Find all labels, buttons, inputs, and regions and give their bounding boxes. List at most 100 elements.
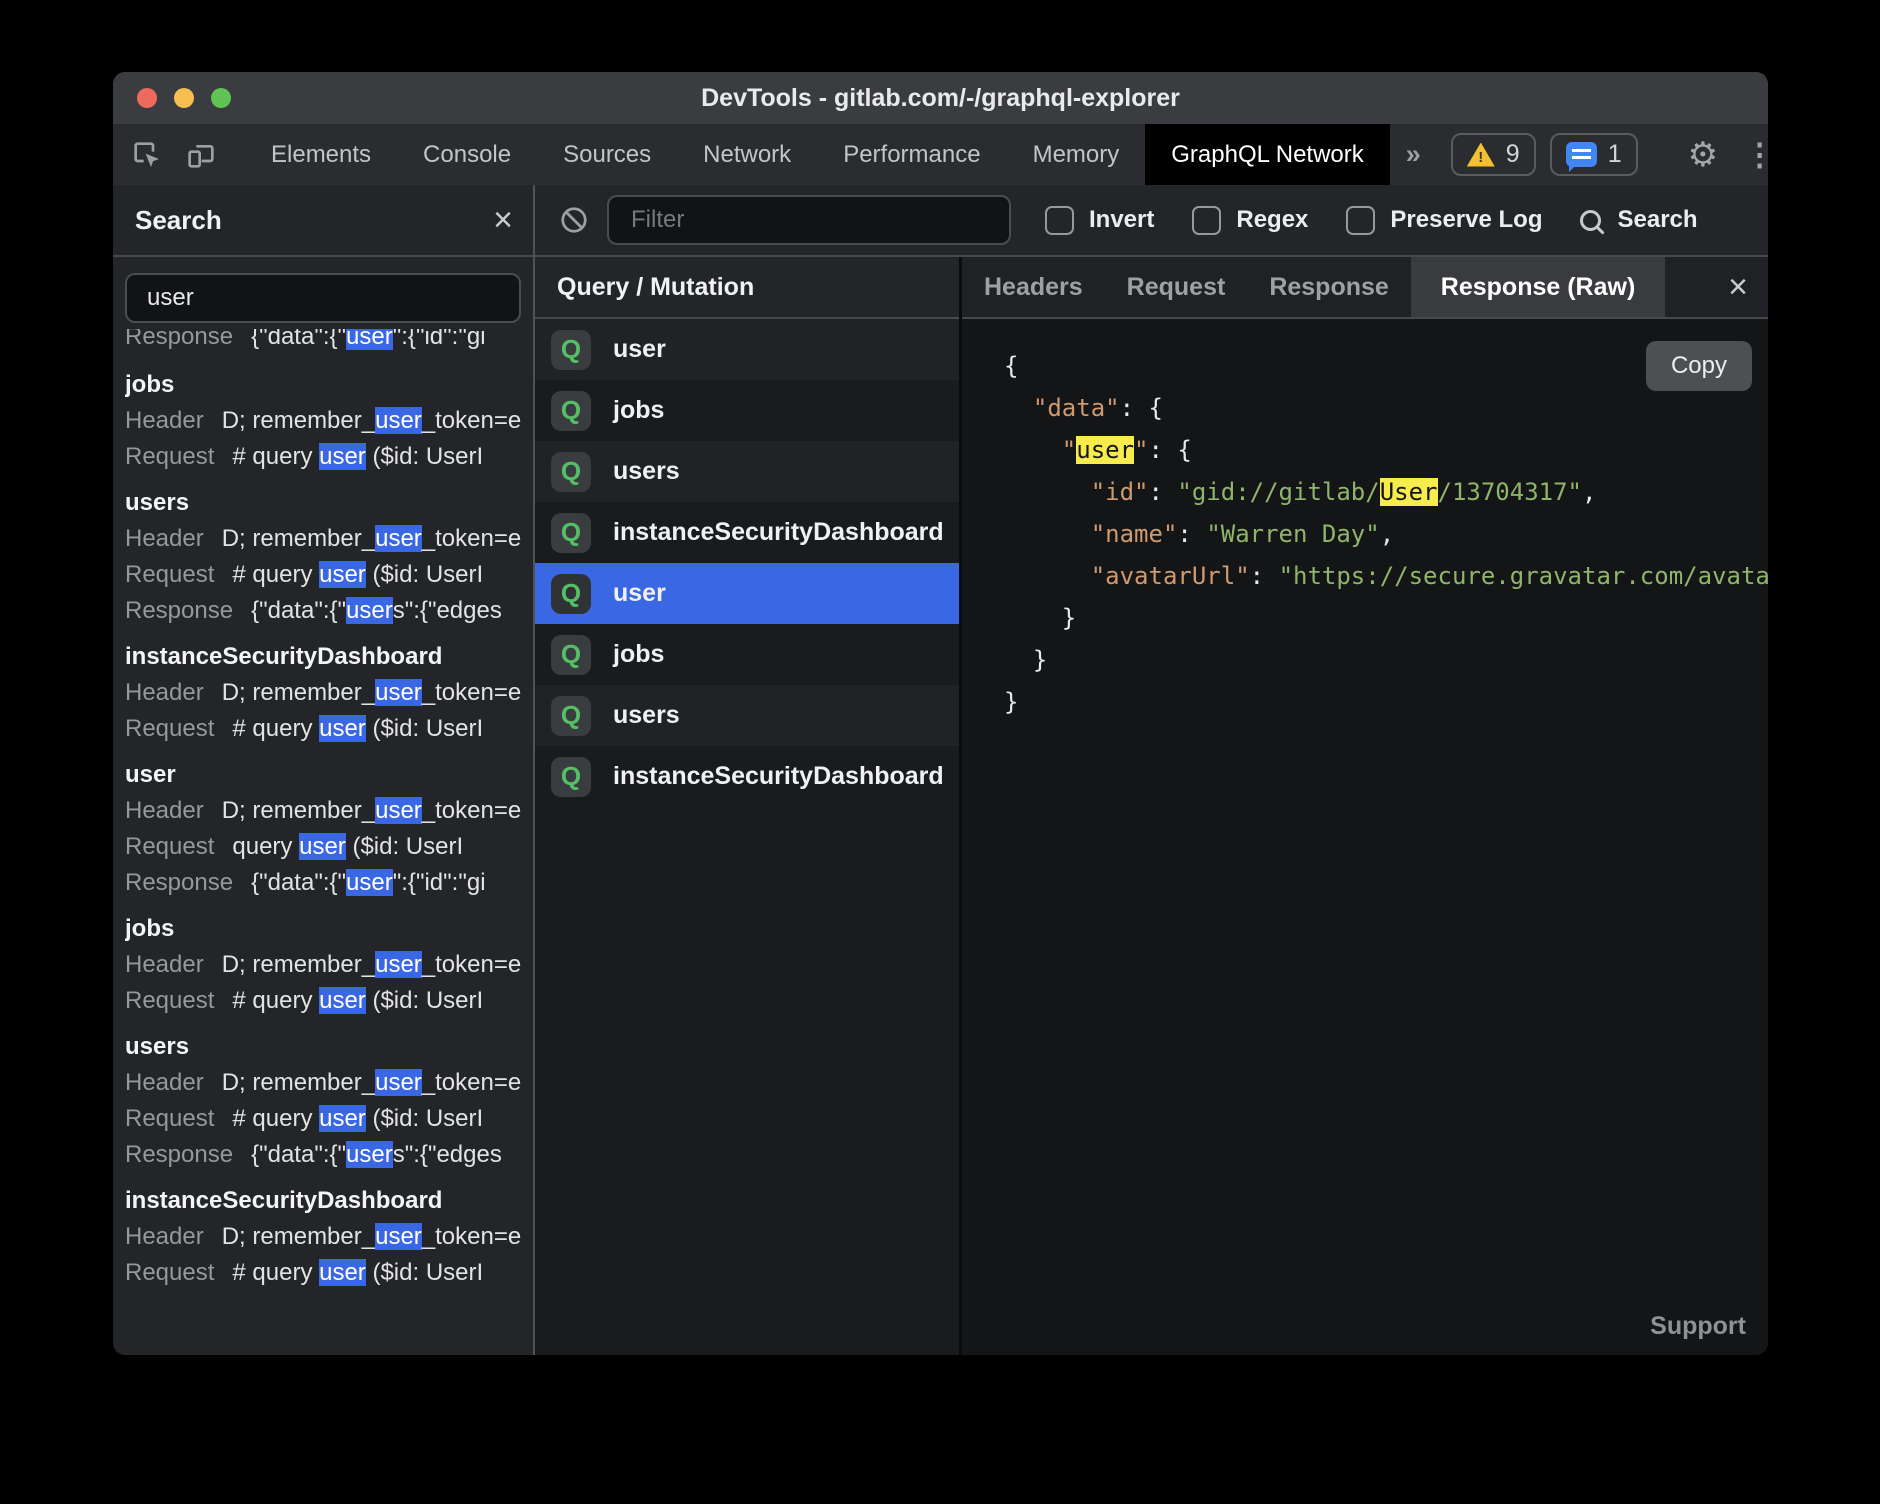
search-result-line: Request# query user ($id: UserI <box>125 983 533 1019</box>
search-result-section-jobs[interactable]: jobsHeaderD; remember_user_token=eReques… <box>125 367 533 475</box>
toolbar-checkboxes: Invert Regex Preserve Log <box>1045 206 1580 235</box>
query-row-users[interactable]: Qusers <box>535 441 959 502</box>
search-result-section-instancesecuritydashboard[interactable]: instanceSecurityDashboardHeaderD; rememb… <box>125 639 533 747</box>
detail-tab-response[interactable]: Response <box>1247 257 1410 317</box>
filter-input-box[interactable] <box>607 195 1011 245</box>
json-line: } <box>1004 639 1768 681</box>
toolbar-search-button[interactable]: Search <box>1580 206 1697 234</box>
detail-tab-response-raw[interactable]: Response (Raw) <box>1411 257 1665 317</box>
query-row-user[interactable]: Quser <box>535 563 959 624</box>
detail-tab-request[interactable]: Request <box>1105 257 1248 317</box>
query-row-instancesecuritydashboard[interactable]: QinstanceSecurityDashboard <box>535 746 959 807</box>
filter-input[interactable] <box>609 206 1009 234</box>
query-type-badge: Q <box>551 757 591 797</box>
devtools-tab-memory[interactable]: Memory <box>1007 124 1146 185</box>
query-type-badge: Q <box>551 452 591 492</box>
query-row-user[interactable]: Quser <box>535 319 959 380</box>
query-row-label: jobs <box>613 396 664 425</box>
devtools-tab-network[interactable]: Network <box>677 124 817 185</box>
search-result-clipped-line[interactable]: Response{"data":{"user":{"id":"gi <box>125 329 533 357</box>
search-panel-title: Search <box>135 205 222 236</box>
zoom-window-button[interactable] <box>211 88 231 108</box>
query-list-header: Query / Mutation <box>535 257 959 319</box>
preserve-log-checkbox[interactable]: Preserve Log <box>1346 206 1542 235</box>
checkbox-box[interactable] <box>1346 206 1375 235</box>
query-row-jobs[interactable]: Qjobs <box>535 624 959 685</box>
search-result-heading: jobs <box>125 911 533 947</box>
search-panel-header: Search × <box>113 185 533 257</box>
search-result-section-users[interactable]: usersHeaderD; remember_user_token=eReque… <box>125 1029 533 1173</box>
minimize-window-button[interactable] <box>174 88 194 108</box>
kebab-menu-icon[interactable]: ⋮ <box>1744 139 1768 170</box>
search-result-section-jobs[interactable]: jobsHeaderD; remember_user_token=eReques… <box>125 911 533 1019</box>
query-row-users[interactable]: Qusers <box>535 685 959 746</box>
query-row-label: users <box>613 701 680 730</box>
devtools-main: Search × Response{"data":{"user":{"id":"… <box>113 185 1768 1355</box>
detail-panel: HeadersRequestResponseResponse (Raw) × Co… <box>962 257 1768 1355</box>
query-list-title: Query / Mutation <box>557 273 754 302</box>
search-result-line: HeaderD; remember_user_token=e <box>125 793 533 829</box>
search-result-section-instancesecuritydashboard[interactable]: instanceSecurityDashboardHeaderD; rememb… <box>125 1183 533 1291</box>
search-result-heading: instanceSecurityDashboard <box>125 1183 533 1219</box>
search-result-line: Response{"data":{"users":{"edges <box>125 593 533 629</box>
json-line: "user": { <box>1004 429 1768 471</box>
devtools-tab-graphql-network[interactable]: GraphQL Network <box>1145 124 1390 185</box>
search-result-line: HeaderD; remember_user_token=e <box>125 1065 533 1101</box>
checkbox-box[interactable] <box>1192 206 1221 235</box>
search-result-line: Response{"data":{"user":{"id":"gi <box>125 865 533 901</box>
search-result-line: Request# query user ($id: UserI <box>125 711 533 747</box>
response-raw-view: Copy { "data": { "user": { "id": "gid://… <box>962 319 1768 1355</box>
search-icon <box>1580 210 1601 231</box>
clear-requests-icon[interactable] <box>559 205 589 235</box>
search-result-heading: users <box>125 1029 533 1065</box>
search-result-section-users[interactable]: usersHeaderD; remember_user_token=eReque… <box>125 485 533 629</box>
devtools-tab-console[interactable]: Console <box>397 124 537 185</box>
query-type-badge: Q <box>551 391 591 431</box>
search-result-line: Requestquery user ($id: UserI <box>125 829 533 865</box>
devtools-window: DevTools - gitlab.com/-/graphql-explorer… <box>113 72 1768 1355</box>
network-toolbar: Invert Regex Preserve Log Search <box>535 185 1768 257</box>
json-line: "data": { <box>1004 387 1768 429</box>
search-result-heading: instanceSecurityDashboard <box>125 639 533 675</box>
search-input[interactable] <box>127 284 519 312</box>
network-body: Query / Mutation QuserQjobsQusersQinstan… <box>535 257 1768 1355</box>
invert-checkbox[interactable]: Invert <box>1045 206 1154 235</box>
search-result-line: Request# query user ($id: UserI <box>125 557 533 593</box>
settings-gear-icon[interactable]: ⚙ <box>1688 138 1718 172</box>
warnings-badge[interactable]: 9 <box>1451 133 1536 176</box>
query-row-label: user <box>613 335 666 364</box>
devtools-tab-sources[interactable]: Sources <box>537 124 677 185</box>
json-line: } <box>1004 681 1768 723</box>
devtools-tab-elements[interactable]: Elements <box>245 124 397 185</box>
regex-checkbox[interactable]: Regex <box>1192 206 1308 235</box>
issues-badge[interactable]: 1 <box>1550 133 1638 176</box>
search-results-list: Response{"data":{"user":{"id":"gijobsHea… <box>113 329 533 1355</box>
devtools-tab-performance[interactable]: Performance <box>817 124 1006 185</box>
device-toolbar-icon[interactable] <box>185 139 217 171</box>
query-row-jobs[interactable]: Qjobs <box>535 380 959 441</box>
search-input-box[interactable] <box>125 273 521 323</box>
search-result-line: Request# query user ($id: UserI <box>125 439 533 475</box>
json-line: "id": "gid://gitlab/User/13704317", <box>1004 471 1768 513</box>
search-close-icon[interactable]: × <box>493 203 513 237</box>
query-type-badge: Q <box>551 635 591 675</box>
issues-count: 1 <box>1608 140 1622 169</box>
query-type-badge: Q <box>551 574 591 614</box>
checkbox-box[interactable] <box>1045 206 1074 235</box>
warning-icon <box>1467 143 1495 167</box>
checkbox-label: Invert <box>1089 206 1154 234</box>
checkbox-label: Regex <box>1236 206 1308 234</box>
detail-tab-headers[interactable]: Headers <box>962 257 1105 317</box>
window-title: DevTools - gitlab.com/-/graphql-explorer <box>113 84 1768 113</box>
copy-button[interactable]: Copy <box>1646 341 1752 391</box>
detail-close-icon[interactable]: × <box>1728 270 1748 304</box>
more-tabs-chevron-icon[interactable]: » <box>1390 139 1437 170</box>
inspect-element-icon[interactable] <box>131 139 163 171</box>
close-window-button[interactable] <box>137 88 157 108</box>
support-link[interactable]: Support <box>1650 1312 1746 1341</box>
query-row-instancesecuritydashboard[interactable]: QinstanceSecurityDashboard <box>535 502 959 563</box>
search-result-section-user[interactable]: userHeaderD; remember_user_token=eReques… <box>125 757 533 901</box>
search-panel: Search × Response{"data":{"user":{"id":"… <box>113 185 535 1355</box>
search-result-heading: jobs <box>125 367 533 403</box>
window-titlebar: DevTools - gitlab.com/-/graphql-explorer <box>113 72 1768 124</box>
